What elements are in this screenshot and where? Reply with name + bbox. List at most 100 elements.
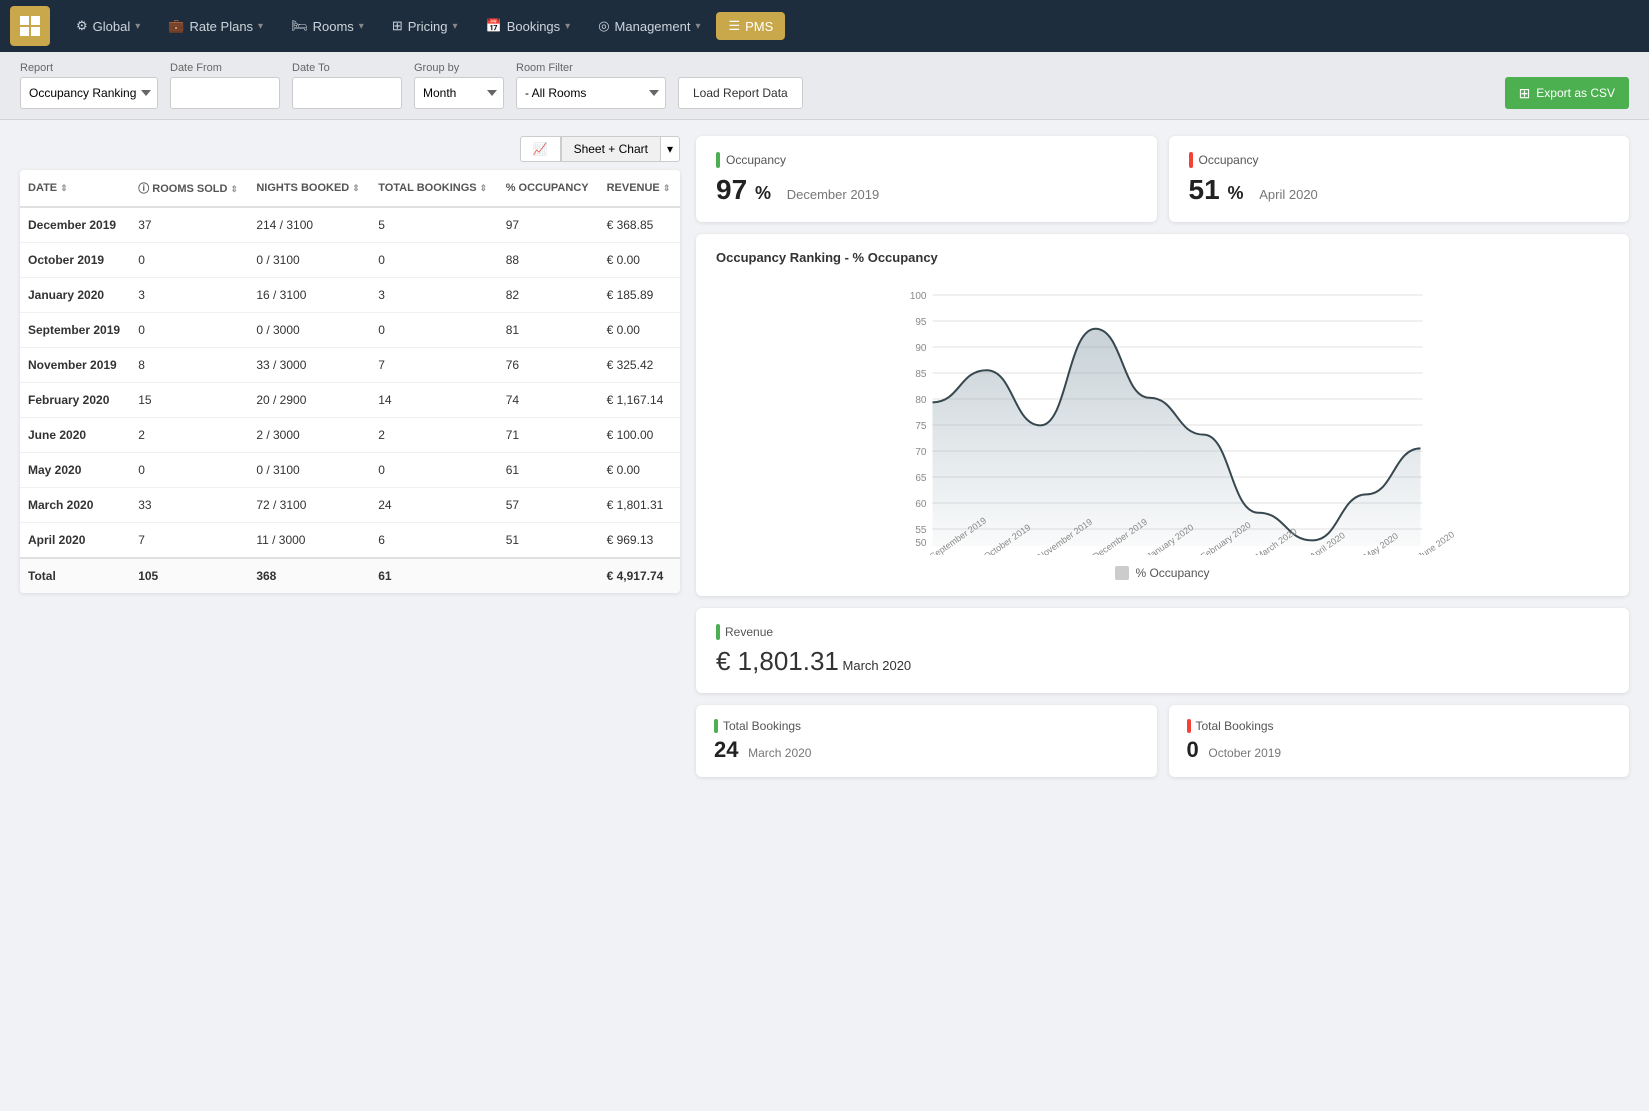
- cell-rooms-sold: 7: [130, 523, 248, 559]
- total-bookings-low-card: Total Bookings 0 October 2019: [1169, 705, 1630, 777]
- cell-rooms-sold: 15: [130, 383, 248, 418]
- cell-revenue: € 969.13: [599, 523, 680, 559]
- cell-pct-occupancy: 61: [498, 453, 599, 488]
- svg-text:75: 75: [915, 421, 927, 432]
- green-indicator: [716, 624, 720, 640]
- svg-text:65: 65: [915, 473, 927, 484]
- svg-text:June 2020: June 2020: [1416, 529, 1456, 555]
- date-to-input[interactable]: 30/06/2020: [292, 77, 402, 109]
- group-by-select[interactable]: Month: [414, 77, 504, 109]
- table-total-row: Total 105 368 61 € 4,917.74: [20, 558, 680, 593]
- nav-rooms[interactable]: 🛏 Rooms ▾: [279, 12, 376, 40]
- chevron-down-icon: ▾: [258, 21, 263, 32]
- view-toggle: 📈 Sheet + Chart ▾: [20, 136, 680, 162]
- cell-date: January 2020: [20, 278, 130, 313]
- table-row: February 2020 15 20 / 2900 14 74 € 1,167…: [20, 383, 680, 418]
- cell-nights-booked: 2 / 3000: [248, 418, 370, 453]
- report-selector[interactable]: Occupancy Ranking: [20, 77, 158, 109]
- sheet-chart-label: Sheet + Chart: [574, 142, 648, 156]
- revenue-card: Revenue € 1,801.31 March 2020: [696, 608, 1629, 693]
- total-bookings-low-period: October 2019: [1208, 746, 1281, 760]
- date-from-input[interactable]: 01/09/2019: [170, 77, 280, 109]
- report-selector-label: Report: [20, 62, 158, 74]
- navbar: ⚙ Global ▾ 💼 Rate Plans ▾ 🛏 Rooms ▾ ⊞ Pr…: [0, 0, 1649, 52]
- load-report-button[interactable]: Load Report Data: [678, 77, 803, 109]
- cell-revenue: € 185.89: [599, 278, 680, 313]
- cell-rooms-sold: 0: [130, 453, 248, 488]
- col-rooms-sold[interactable]: ⓘ ROOMS SOLD ⇕: [130, 170, 248, 207]
- room-filter-label: Room Filter: [516, 62, 666, 74]
- grid-icon: ⊞: [392, 18, 403, 34]
- cell-nights-booked: 20 / 2900: [248, 383, 370, 418]
- bottom-stats-row: Total Bookings 24 March 2020 Total Booki…: [696, 705, 1629, 777]
- occupancy-chart-card: Occupancy Ranking - % Occupancy 100: [696, 234, 1629, 596]
- nav-management[interactable]: ◎ Management ▾: [586, 12, 712, 40]
- table-row: November 2019 8 33 / 3000 7 76 € 325.42: [20, 348, 680, 383]
- table-row: June 2020 2 2 / 3000 2 71 € 100.00: [20, 418, 680, 453]
- cell-revenue: € 100.00: [599, 418, 680, 453]
- occupancy-low-value: 51 % April 2020: [1189, 174, 1610, 206]
- chevron-down-icon: ▾: [359, 21, 364, 32]
- nav-rate-plans[interactable]: 💼 Rate Plans ▾: [156, 12, 275, 40]
- legend-label: % Occupancy: [1135, 566, 1209, 580]
- chart-area: 100 95 90 85 80 75 70 65 60 55 50: [716, 275, 1609, 558]
- list-icon: ☰: [728, 18, 740, 34]
- chevron-down-icon: ▾: [452, 21, 457, 32]
- total-bookings-high-value: 24: [714, 737, 738, 762]
- cell-date: June 2020: [20, 418, 130, 453]
- total-bookings-high-period: March 2020: [748, 746, 811, 760]
- cell-revenue: € 368.85: [599, 207, 680, 243]
- cell-total-bookings: 0: [370, 313, 497, 348]
- nav-bookings[interactable]: 📅 Bookings ▾: [474, 12, 583, 40]
- nav-global-label: Global: [93, 19, 131, 34]
- group-by-group: Group by Month: [414, 62, 504, 109]
- room-filter-select[interactable]: - All Rooms: [516, 77, 666, 109]
- cell-nights-booked: 214 / 3100: [248, 207, 370, 243]
- col-nights-booked[interactable]: NIGHTS BOOKED ⇕: [248, 170, 370, 207]
- occupancy-table: DATE ⇕ ⓘ ROOMS SOLD ⇕ NIGHTS BOOKED ⇕ TO…: [20, 170, 680, 593]
- table-row: March 2020 33 72 / 3100 24 57 € 1,801.31: [20, 488, 680, 523]
- cell-rooms-sold: 0: [130, 243, 248, 278]
- main-content: 📈 Sheet + Chart ▾ DATE ⇕ ⓘ ROOMS SOLD ⇕ …: [0, 120, 1649, 793]
- cell-total-bookings: 6: [370, 523, 497, 559]
- nav-pricing[interactable]: ⊞ Pricing ▾: [380, 12, 470, 40]
- bed-icon: 🛏: [291, 18, 308, 34]
- date-from-group: Date From 01/09/2019: [170, 62, 280, 109]
- occupancy-low-card: Occupancy 51 % April 2020: [1169, 136, 1630, 222]
- revenue-label: Revenue: [716, 624, 1609, 640]
- cell-pct-occupancy: 97: [498, 207, 599, 243]
- date-to-group: Date To 30/06/2020: [292, 62, 402, 109]
- sheet-chart-toggle[interactable]: Sheet + Chart: [561, 136, 661, 162]
- cell-revenue: € 0.00: [599, 243, 680, 278]
- cell-pct-occupancy: 57: [498, 488, 599, 523]
- view-toggle-dropdown[interactable]: ▾: [661, 136, 680, 162]
- green-indicator: [714, 719, 718, 733]
- col-revenue[interactable]: REVENUE ⇕: [599, 170, 680, 207]
- chart-section: Occupancy 97 % December 2019 Occupancy: [696, 136, 1629, 777]
- svg-text:95: 95: [915, 317, 927, 328]
- svg-text:70: 70: [915, 447, 927, 458]
- red-indicator: [1187, 719, 1191, 733]
- legend-dot: [1115, 566, 1129, 580]
- cell-rooms-sold: 3: [130, 278, 248, 313]
- cell-pct-occupancy: 88: [498, 243, 599, 278]
- cell-date: February 2020: [20, 383, 130, 418]
- cell-total-bookings: 14: [370, 383, 497, 418]
- chart-icon-toggle[interactable]: 📈: [520, 136, 561, 162]
- export-csv-button[interactable]: ⊞ Export as CSV: [1505, 77, 1629, 109]
- nav-pms[interactable]: ☰ PMS: [716, 12, 785, 40]
- total-nights-booked: 368: [248, 558, 370, 593]
- cell-pct-occupancy: 76: [498, 348, 599, 383]
- nav-global[interactable]: ⚙ Global ▾: [64, 12, 152, 40]
- nav-management-label: Management: [615, 19, 691, 34]
- svg-text:80: 80: [915, 395, 927, 406]
- table-row: October 2019 0 0 / 3100 0 88 € 0.00: [20, 243, 680, 278]
- sort-icon: ⇕: [352, 183, 360, 193]
- cell-pct-occupancy: 74: [498, 383, 599, 418]
- col-date[interactable]: DATE ⇕: [20, 170, 130, 207]
- cell-total-bookings: 24: [370, 488, 497, 523]
- cell-date: September 2019: [20, 313, 130, 348]
- occupancy-high-label: Occupancy: [716, 152, 1137, 168]
- date-to-label: Date To: [292, 62, 402, 74]
- col-total-bookings[interactable]: TOTAL BOOKINGS ⇕: [370, 170, 497, 207]
